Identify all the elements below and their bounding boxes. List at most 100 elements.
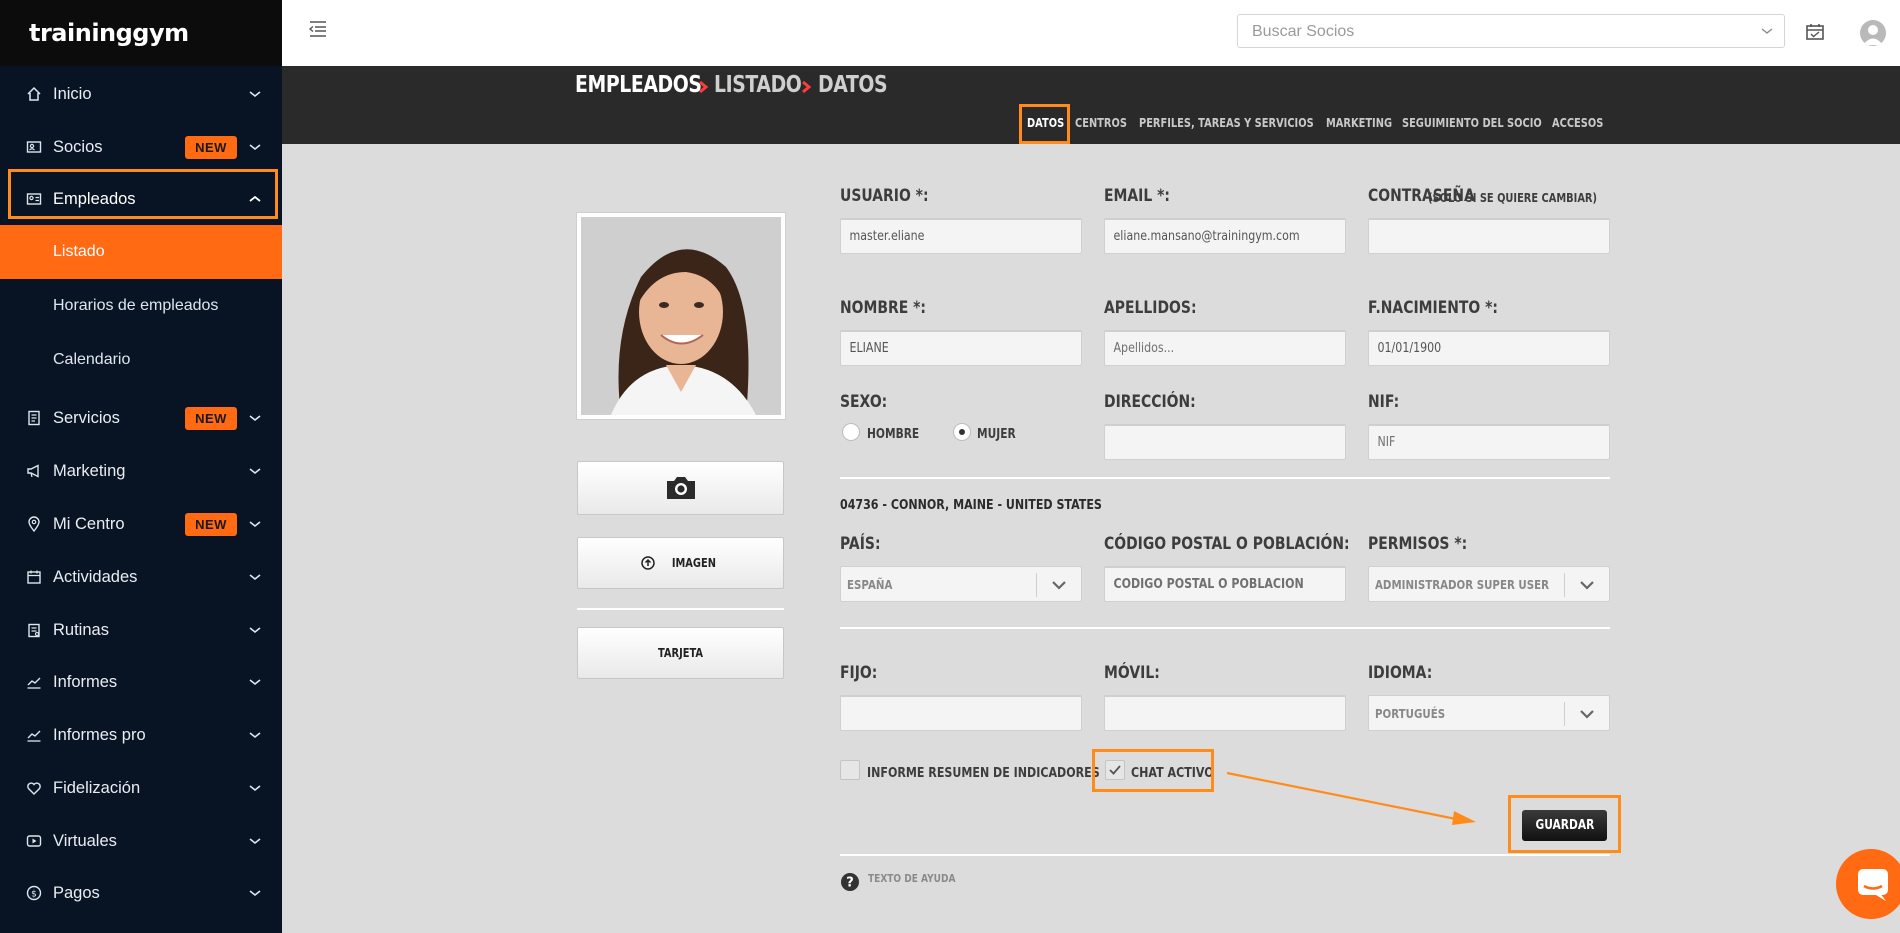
chevron-down-icon: [249, 785, 261, 792]
informe-checkbox[interactable]: [840, 760, 860, 780]
chat-launcher[interactable]: [1836, 849, 1900, 919]
tab-perfiles[interactable]: PERFILES, TAREAS Y SERVICIOS: [1139, 116, 1314, 130]
new-badge: NEW: [185, 135, 237, 159]
tab-accesos[interactable]: ACCESOS: [1552, 116, 1603, 130]
password-field[interactable]: [1368, 218, 1610, 254]
breadcrumb-listado[interactable]: LISTADO: [714, 72, 802, 98]
pais-select[interactable]: ESPAÑA: [840, 566, 1082, 602]
birthdate-input[interactable]: [1369, 332, 1608, 365]
chevron-down-icon: [249, 732, 261, 739]
permisos-select[interactable]: ADMINISTRADOR SUPER USER: [1368, 566, 1610, 602]
apellidos-input[interactable]: [1105, 332, 1344, 365]
sidebar-subitem-listado[interactable]: Listado: [0, 225, 282, 279]
menu-collapse-icon[interactable]: [307, 18, 329, 40]
portrait-image: [581, 217, 781, 415]
tab-marketing[interactable]: MARKETING: [1326, 116, 1392, 130]
usuario-field[interactable]: [840, 218, 1082, 254]
sidebar-item-virtuales[interactable]: Virtuales: [0, 815, 282, 867]
nif-input[interactable]: [1369, 426, 1608, 459]
chevron-up-icon: [249, 195, 261, 202]
breadcrumb-arrow-icon: [802, 80, 811, 94]
movil-input[interactable]: [1105, 697, 1345, 730]
help-icon[interactable]: ?: [840, 872, 860, 892]
email-input[interactable]: [1105, 220, 1344, 253]
codigo-postal-input[interactable]: [1105, 568, 1344, 601]
sidebar-item-fidelizacion[interactable]: Fidelización: [0, 762, 282, 814]
chevron-down-icon: [249, 144, 261, 151]
sidebar-item-pagos[interactable]: $ Pagos: [0, 867, 282, 919]
check-icon: [1109, 765, 1121, 775]
sidebar-item-rutinas[interactable]: Rutinas: [0, 604, 282, 656]
usuario-input[interactable]: [841, 220, 1080, 253]
radio-mujer[interactable]: [953, 423, 971, 441]
location-pin-icon: [26, 516, 42, 532]
chart-line-icon: [26, 727, 42, 743]
direccion-field[interactable]: [1104, 424, 1346, 460]
tab-datos[interactable]: DATOS: [1027, 116, 1064, 130]
svg-text:$: $: [31, 890, 37, 900]
idioma-select[interactable]: PORTUGUÉS: [1368, 695, 1610, 731]
nacimiento-label: F.NACIMIENTO *:: [1368, 298, 1498, 318]
location-text: 04736 - CONNOR, MAINE - UNITED STATES: [840, 497, 1102, 513]
id-card-icon: [26, 139, 42, 155]
sidebar-item-inicio[interactable]: Inicio: [0, 68, 282, 120]
clipboard-icon: [26, 622, 42, 638]
chat-bubble-icon: [1858, 869, 1888, 901]
divider: [840, 854, 1610, 856]
informe-label: INFORME RESUMEN DE INDICADORES: [867, 765, 1100, 781]
fijo-input[interactable]: [841, 697, 1081, 730]
nombre-field[interactable]: [840, 330, 1082, 366]
calendar-check-icon[interactable]: [1805, 22, 1825, 42]
movil-field[interactable]: [1104, 695, 1346, 731]
sidebar-item-empleados[interactable]: Empleados: [0, 173, 282, 225]
search-members-select[interactable]: [1237, 14, 1785, 48]
apellidos-label: APELLIDOS:: [1104, 298, 1197, 318]
new-badge: NEW: [185, 512, 237, 536]
sidebar-item-mi-centro[interactable]: Mi Centro NEW: [0, 498, 282, 550]
sidebar-item-marketing[interactable]: Marketing: [0, 445, 282, 497]
codigo-postal-field[interactable]: [1104, 566, 1346, 602]
email-field[interactable]: [1104, 218, 1346, 254]
sidebar-item-socios[interactable]: Socios NEW: [0, 121, 282, 173]
nombre-label: NOMBRE *:: [840, 298, 926, 318]
sidebar-subitem-horarios[interactable]: Horarios de empleados: [0, 279, 282, 333]
nacimiento-field[interactable]: [1368, 330, 1610, 366]
user-avatar-icon[interactable]: [1860, 20, 1886, 46]
select-divider: [1564, 702, 1565, 726]
sidebar-item-informes[interactable]: Informes: [0, 656, 282, 708]
page-header-band: [282, 66, 1900, 144]
divider: [840, 627, 1610, 629]
camera-button[interactable]: [577, 461, 784, 515]
nif-field[interactable]: [1368, 424, 1610, 460]
direccion-label: DIRECCIÓN:: [1104, 392, 1196, 412]
movil-label: MÓVIL:: [1104, 663, 1160, 683]
tab-centros[interactable]: CENTROS: [1075, 116, 1127, 130]
card-button[interactable]: TARJETA: [577, 627, 784, 679]
sidebar-item-servicios[interactable]: Servicios NEW: [0, 392, 282, 444]
chevron-down-icon: [1580, 581, 1594, 590]
tab-seguimiento[interactable]: SEGUIMIENTO DEL SOCIO: [1402, 116, 1542, 130]
radio-hombre[interactable]: [842, 423, 860, 441]
document-icon: [26, 410, 42, 426]
chevron-down-icon: [249, 627, 261, 634]
help-text[interactable]: TEXTO DE AYUDA: [868, 872, 955, 885]
apellidos-field[interactable]: [1104, 330, 1346, 366]
sidebar-subitem-calendario[interactable]: Calendario: [0, 333, 282, 387]
upload-image-button[interactable]: IMAGEN: [577, 537, 784, 589]
upload-icon: [640, 556, 655, 570]
fijo-field[interactable]: [840, 695, 1082, 731]
breadcrumb-empleados[interactable]: EMPLEADOS: [575, 72, 702, 98]
save-button[interactable]: GUARDAR: [1522, 810, 1607, 841]
sidebar-item-informes-pro[interactable]: Informes pro: [0, 709, 282, 761]
chevron-down-icon: [249, 91, 261, 98]
direccion-input[interactable]: [1105, 426, 1345, 459]
sidebar-item-actividades[interactable]: Actividades: [0, 551, 282, 603]
traininggym-logo[interactable]: traininggym: [0, 0, 282, 66]
chevron-down-icon: [249, 468, 261, 475]
nombre-input[interactable]: [841, 332, 1080, 365]
password-input[interactable]: [1369, 220, 1609, 253]
search-input[interactable]: [1250, 21, 1734, 43]
breadcrumb-arrow-icon: [699, 80, 708, 94]
chat-checkbox[interactable]: [1105, 760, 1125, 780]
chart-line-icon: [26, 674, 42, 690]
